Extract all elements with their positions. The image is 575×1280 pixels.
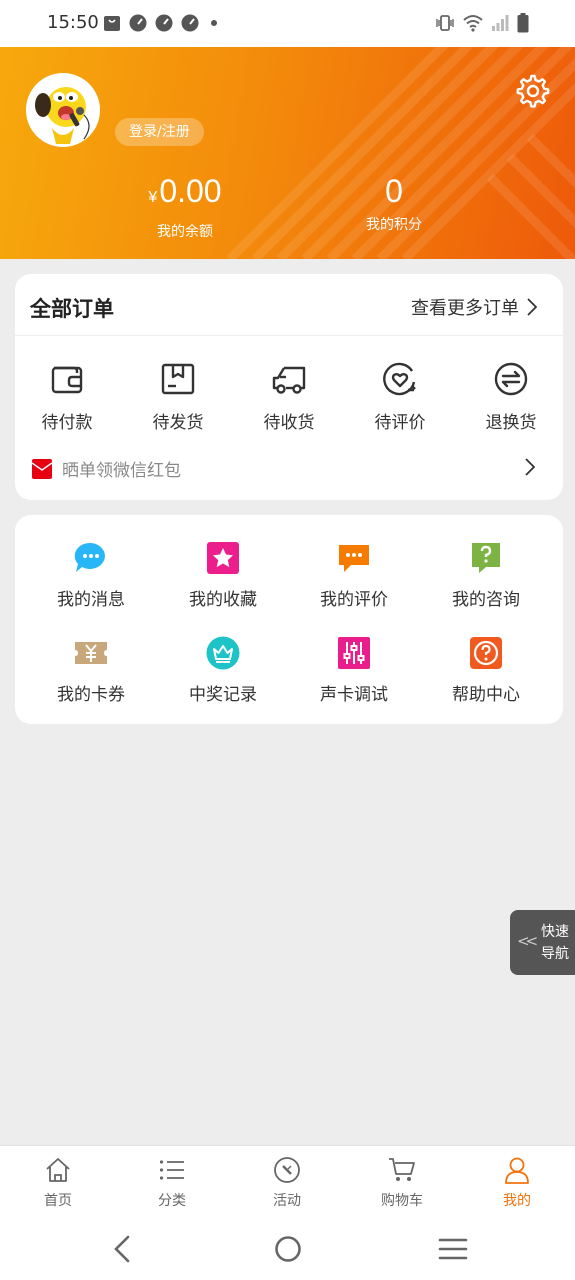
service-label: 中奖记录 (189, 685, 257, 705)
notification-gauge-icon (129, 14, 147, 32)
tab-label: 活动 (273, 1193, 301, 1209)
service-my-messages[interactable]: 我的消息 (41, 541, 141, 610)
order-pending-shipment[interactable]: 待发货 (138, 360, 218, 433)
double-chevron-left-icon: << (517, 932, 538, 950)
balance-stat[interactable]: ¥0.00 我的余额 (140, 172, 230, 241)
tab-label: 购物车 (381, 1193, 423, 1209)
service-soundcard-tuning[interactable]: 声卡调试 (304, 636, 404, 705)
equalizer-icon (338, 637, 370, 669)
chevron-right-icon (527, 298, 537, 316)
tab-label: 我的 (503, 1193, 531, 1209)
tab-home[interactable]: 首页 (18, 1156, 98, 1210)
service-label: 帮助中心 (452, 685, 520, 705)
comment-icon (339, 545, 369, 572)
view-more-orders-label: 查看更多订单 (411, 298, 519, 319)
quick-nav-label-line1: 快速 (541, 924, 569, 940)
header-stripes-decoration (226, 47, 575, 259)
service-my-favorites[interactable]: 我的收藏 (173, 541, 273, 610)
order-pending-review[interactable]: 待评价 (360, 360, 440, 433)
orders-divider (15, 335, 563, 336)
more-notifications-dot-icon (211, 20, 217, 26)
avatar[interactable] (26, 73, 100, 147)
share-order-redpacket-link[interactable]: 晒单领微信红包 (32, 456, 181, 481)
login-register-button[interactable]: 登录/注册 (115, 118, 204, 146)
profile-header: 登录/注册 ¥0.00 我的余额 0 我的积分 (0, 47, 575, 259)
tab-cart[interactable]: 购物车 (362, 1156, 442, 1210)
vibrate-icon (436, 15, 454, 31)
service-label: 我的卡券 (57, 685, 125, 705)
order-item-label: 待付款 (41, 413, 93, 433)
help-icon (470, 637, 502, 669)
status-bar: 15:50 (0, 0, 575, 47)
view-more-orders-link[interactable]: 查看更多订单 (411, 294, 537, 320)
notification-gauge-icon (181, 14, 199, 32)
system-navigation-bar (0, 1220, 575, 1280)
service-label: 我的收藏 (189, 590, 257, 610)
home-icon (46, 1158, 70, 1182)
quick-nav-button[interactable]: << 快速 导航 (510, 910, 575, 975)
star-icon (207, 542, 239, 574)
balance-currency: ¥ (148, 189, 158, 206)
order-returns[interactable]: 退换货 (471, 360, 551, 433)
balance-value: 0.00 (159, 173, 222, 209)
chat-bubble-icon (74, 542, 105, 572)
user-icon (505, 1157, 529, 1184)
wallet-icon (51, 366, 83, 394)
battery-icon (517, 13, 529, 33)
tab-category[interactable]: 分类 (132, 1156, 212, 1210)
quick-nav-label-line2: 导航 (541, 946, 569, 962)
compass-icon (274, 1157, 300, 1183)
back-icon[interactable] (110, 1234, 134, 1264)
signal-icon (492, 15, 509, 31)
avatar-singer-mascot-icon (26, 73, 100, 147)
wifi-icon (463, 15, 483, 32)
status-time: 15:50 (47, 12, 99, 33)
order-item-label: 待收货 (263, 413, 315, 433)
question-bubble-icon (472, 543, 500, 573)
tab-label: 分类 (158, 1193, 186, 1209)
heart-review-icon (383, 362, 416, 396)
service-label: 声卡调试 (320, 685, 388, 705)
list-icon (159, 1160, 184, 1180)
home-circle-icon[interactable] (273, 1234, 303, 1264)
bottom-tab-bar: 首页 分类 活动 购物车 我的 (0, 1145, 575, 1220)
notification-gauge-icon (155, 14, 173, 32)
recent-apps-menu-icon[interactable] (438, 1234, 468, 1264)
tab-activity[interactable]: 活动 (247, 1156, 327, 1210)
promo-label: 晒单领微信红包 (62, 461, 181, 481)
points-value: 0 (385, 173, 403, 209)
exchange-icon (494, 362, 528, 396)
service-label: 我的消息 (57, 590, 125, 610)
tab-label: 首页 (44, 1193, 72, 1209)
service-help-center[interactable]: 帮助中心 (436, 636, 536, 705)
service-prize-records[interactable]: 中奖记录 (173, 636, 273, 705)
order-item-label: 退换货 (485, 413, 537, 433)
service-label: 我的咨询 (452, 590, 520, 610)
truck-icon (272, 366, 306, 394)
package-icon (161, 363, 195, 395)
service-my-reviews[interactable]: 我的评价 (304, 541, 404, 610)
service-my-coupons[interactable]: 我的卡券 (41, 636, 141, 705)
red-envelope-icon (32, 458, 52, 479)
orders-title: 全部订单 (30, 297, 114, 321)
points-label: 我的积分 (366, 217, 422, 233)
service-label: 我的评价 (320, 590, 388, 610)
tab-mine[interactable]: 我的 (477, 1156, 557, 1210)
status-icons (435, 13, 529, 33)
services-card: 我的消息 我的收藏 我的评价 我的咨询 我的卡券 中奖记录 声卡调试 帮助中心 (15, 515, 563, 724)
cart-icon (389, 1158, 415, 1181)
service-my-inquiries[interactable]: 我的咨询 (436, 541, 536, 610)
order-pending-receipt[interactable]: 待收货 (249, 360, 329, 433)
order-item-label: 待评价 (374, 413, 426, 433)
points-stat[interactable]: 0 我的积分 (350, 172, 438, 234)
order-item-label: 待发货 (152, 413, 204, 433)
balance-label: 我的余额 (157, 224, 213, 240)
crown-icon (206, 636, 240, 670)
notification-bag-icon (104, 16, 120, 31)
order-pending-payment[interactable]: 待付款 (27, 360, 107, 433)
coupon-icon (75, 642, 107, 664)
settings-gear-icon[interactable] (514, 72, 552, 110)
chevron-right-icon[interactable] (525, 458, 535, 476)
orders-card: 全部订单 查看更多订单 待付款 待发货 待收货 待评价 退换货 晒单领微信红包 (15, 274, 563, 500)
